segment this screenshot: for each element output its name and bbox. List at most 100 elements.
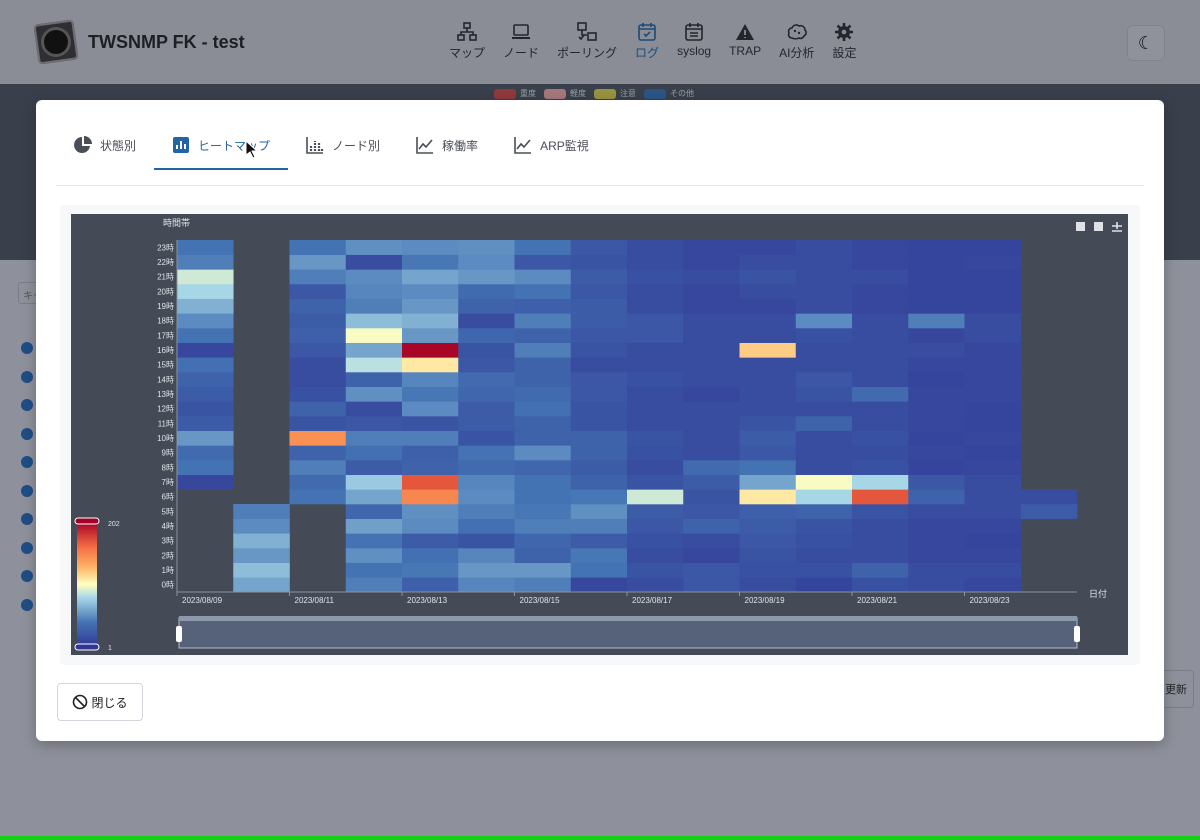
nav-log[interactable]: ログ <box>635 22 659 61</box>
heatmap-cell <box>627 254 684 270</box>
heatmap-cell <box>683 562 740 578</box>
y-tick-label: 3時 <box>162 537 174 546</box>
heatmap-cell <box>458 474 515 490</box>
info-icon <box>21 342 33 354</box>
heatmap-cell <box>627 533 684 549</box>
heatmap-cell <box>852 342 909 358</box>
heatmap-cell <box>795 489 853 505</box>
tab-heatmap[interactable]: ヒートマップ <box>154 122 289 170</box>
heatmap-cell <box>795 445 853 461</box>
heatmap-cell <box>458 386 515 402</box>
heatmap-cell <box>964 357 1022 373</box>
heatmap-cell <box>345 254 403 270</box>
heatmap-cell <box>289 269 347 285</box>
nav-ai[interactable]: AI分析 <box>779 22 814 61</box>
data-zoom-top-bar[interactable] <box>179 616 1077 621</box>
restore-icon[interactable] <box>1094 222 1103 231</box>
heatmap-cell <box>964 474 1022 490</box>
heatmap-cell <box>627 460 684 475</box>
heatmap-cell <box>739 445 797 461</box>
tab-node[interactable]: ノード別 <box>288 122 398 170</box>
tab-status[interactable]: 状態別 <box>56 122 154 170</box>
heatmap-cell <box>908 489 965 505</box>
tab-arp-label: ARP監視 <box>540 138 589 153</box>
heatmap-cell <box>514 489 572 505</box>
zoom-icon[interactable] <box>1076 222 1085 231</box>
heatmap-cell <box>683 504 740 519</box>
heatmap-cell <box>739 416 797 431</box>
info-icon <box>21 427 33 440</box>
nav-node[interactable]: ノード <box>503 22 539 61</box>
heatmap-cell <box>570 445 628 461</box>
heatmap-cell <box>795 533 853 549</box>
heatmap-cell <box>570 562 628 578</box>
y-tick-label: 19時 <box>157 302 174 311</box>
heatmap-cell <box>177 284 234 299</box>
x-axis-label: 日付 <box>1089 589 1107 599</box>
main-nav: マップ ノード ポーリング ログ syslog TRAP AI分析 設定 <box>440 22 865 61</box>
sync-icon <box>21 570 33 582</box>
close-button[interactable]: 閉じる <box>57 683 143 721</box>
legend-swatch <box>494 88 516 99</box>
heatmap-cell <box>345 372 403 387</box>
heatmap-cell <box>514 313 572 329</box>
heatmap-cell <box>402 460 459 475</box>
data-zoom-left-handle[interactable] <box>176 626 182 642</box>
heatmap-cell <box>345 489 403 505</box>
y-tick-label: 13時 <box>157 390 174 399</box>
nav-trap[interactable]: TRAP <box>729 22 761 61</box>
heatmap-cell <box>627 430 684 446</box>
warning-icon <box>736 24 755 40</box>
moon-icon: ☾ <box>1137 32 1155 53</box>
data-zoom-slider[interactable] <box>176 616 1080 649</box>
dark-mode-toggle[interactable]: ☾ <box>1127 25 1165 61</box>
heatmap-cell <box>458 577 515 593</box>
heatmap-cell <box>795 313 853 329</box>
heatmap-cell <box>177 240 234 255</box>
nav-settings[interactable]: 設定 <box>832 22 856 61</box>
progress-line <box>0 836 1200 840</box>
map-network-icon <box>457 22 477 41</box>
heatmap-cell <box>908 269 965 285</box>
x-tick-label: 2023/08/23 <box>970 596 1011 605</box>
heatmap-cell <box>795 386 853 402</box>
heatmap-cell <box>964 284 1022 299</box>
heatmap-cell <box>852 562 909 578</box>
nav-syslog[interactable]: syslog <box>677 22 711 61</box>
tab-uptime[interactable]: 稼働率 <box>398 122 496 170</box>
heatmap-cell <box>1020 504 1078 519</box>
heatmap-cell <box>514 504 572 519</box>
nav-syslog-label: syslog <box>677 44 712 58</box>
y-tick-label: 15時 <box>157 361 174 370</box>
visual-map-top-handle[interactable] <box>74 517 100 525</box>
heatmap-cell <box>177 269 234 285</box>
heatmap-cell <box>570 518 628 534</box>
heatmap-cell <box>964 386 1022 402</box>
heatmap-cell <box>345 328 403 343</box>
heatmap-cell <box>233 533 290 549</box>
x-tick-label: 2023/08/09 <box>182 596 223 605</box>
nav-polling[interactable]: ポーリング <box>557 22 617 61</box>
heatmap-cell <box>570 430 628 446</box>
heatmap-cell <box>852 240 909 255</box>
data-zoom-right-handle[interactable] <box>1074 626 1080 642</box>
download-icon[interactable] <box>1112 222 1122 232</box>
data-zoom-area[interactable] <box>178 617 1078 649</box>
heatmap-cell <box>345 533 403 549</box>
heatmap-cell <box>795 372 853 387</box>
heatmap-cell <box>627 518 684 534</box>
heatmap-cell <box>683 284 740 299</box>
tab-arp[interactable]: ARP監視 <box>496 122 607 170</box>
heatmap-cell <box>627 548 684 563</box>
heatmap-cell <box>683 430 740 446</box>
visual-map-bottom-handle[interactable] <box>74 643 100 651</box>
nav-map[interactable]: マップ <box>449 22 485 61</box>
heatmap-cell <box>514 577 572 593</box>
heatmap-cell <box>177 416 234 431</box>
heatmap-cell <box>795 240 853 255</box>
heatmap-cell <box>458 460 515 475</box>
heatmap-cell <box>795 548 853 563</box>
heatmap-cell <box>514 474 572 490</box>
heatmap-cell <box>739 328 797 343</box>
heatmap-cell <box>402 562 459 578</box>
